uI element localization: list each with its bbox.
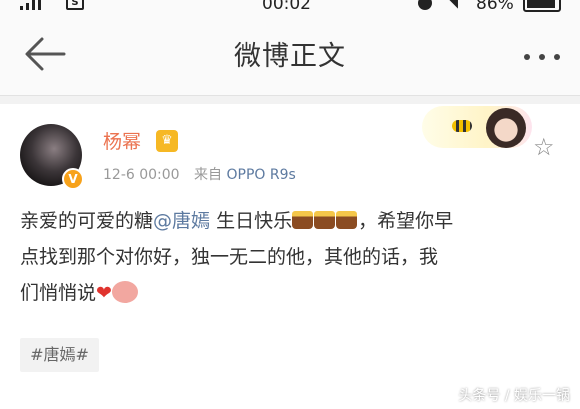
post-time: 12-6 00:00 [103,167,180,183]
pig-sticker [111,281,138,303]
cake-emoji [336,211,358,229]
bee-icon [452,120,472,132]
post-text-segment: ，希望你早 [358,210,454,232]
status-bar: S 00:02 ◥ 86% [0,0,580,14]
post-meta: 12-6 00:00 来自 OPPO R9s [103,164,296,184]
more-icon[interactable] [524,54,560,60]
post-text-segment: 们悄悄说 [20,282,97,304]
star-icon[interactable]: ☆ [533,135,555,159]
battery-icon [523,0,561,12]
post-line-3: 们悄悄说❤ [20,275,565,311]
status-time: 00:02 [262,0,311,14]
cake-emoji [292,211,314,229]
fan-avatar [486,108,526,148]
source-prefix: 来自 [194,167,223,183]
crown-icon[interactable]: ♛ [156,130,178,152]
watermark: 头条号 / 娱乐一锅 [458,388,570,404]
signal-icon [20,0,41,10]
post-username[interactable]: 杨幂 [103,127,141,154]
battery-percent: 86% [476,0,514,14]
post-line-1: 亲爱的可爱的糖@唐嫣 生日快乐 ，希望你早 [20,203,565,239]
wifi-icon: ◥ [448,0,458,11]
post-text-segment: 生日快乐 [210,210,293,232]
sim-icon: S [66,0,84,10]
mention-link[interactable]: @唐嫣 [153,210,210,232]
heart-emoji: ❤ [96,282,112,304]
verified-icon: V [62,168,84,190]
post-source[interactable]: OPPO R9s [226,167,295,183]
page-title: 微博正文 [234,41,346,72]
alarm-icon [418,0,432,10]
post-text: 亲爱的可爱的糖@唐嫣 生日快乐 ，希望你早 点找到那个对你好，独一无二的他，其他的… [20,203,565,311]
nav-bar: 微博正文 [0,14,580,96]
post-text-segment: 亲爱的可爱的糖 [20,210,154,232]
cake-emoji [314,211,336,229]
fan-badge [422,106,532,148]
post-line-2: 点找到那个对你好，独一无二的他，其他的话，我 [20,246,439,268]
topic-tag[interactable]: #唐嫣# [20,338,99,372]
